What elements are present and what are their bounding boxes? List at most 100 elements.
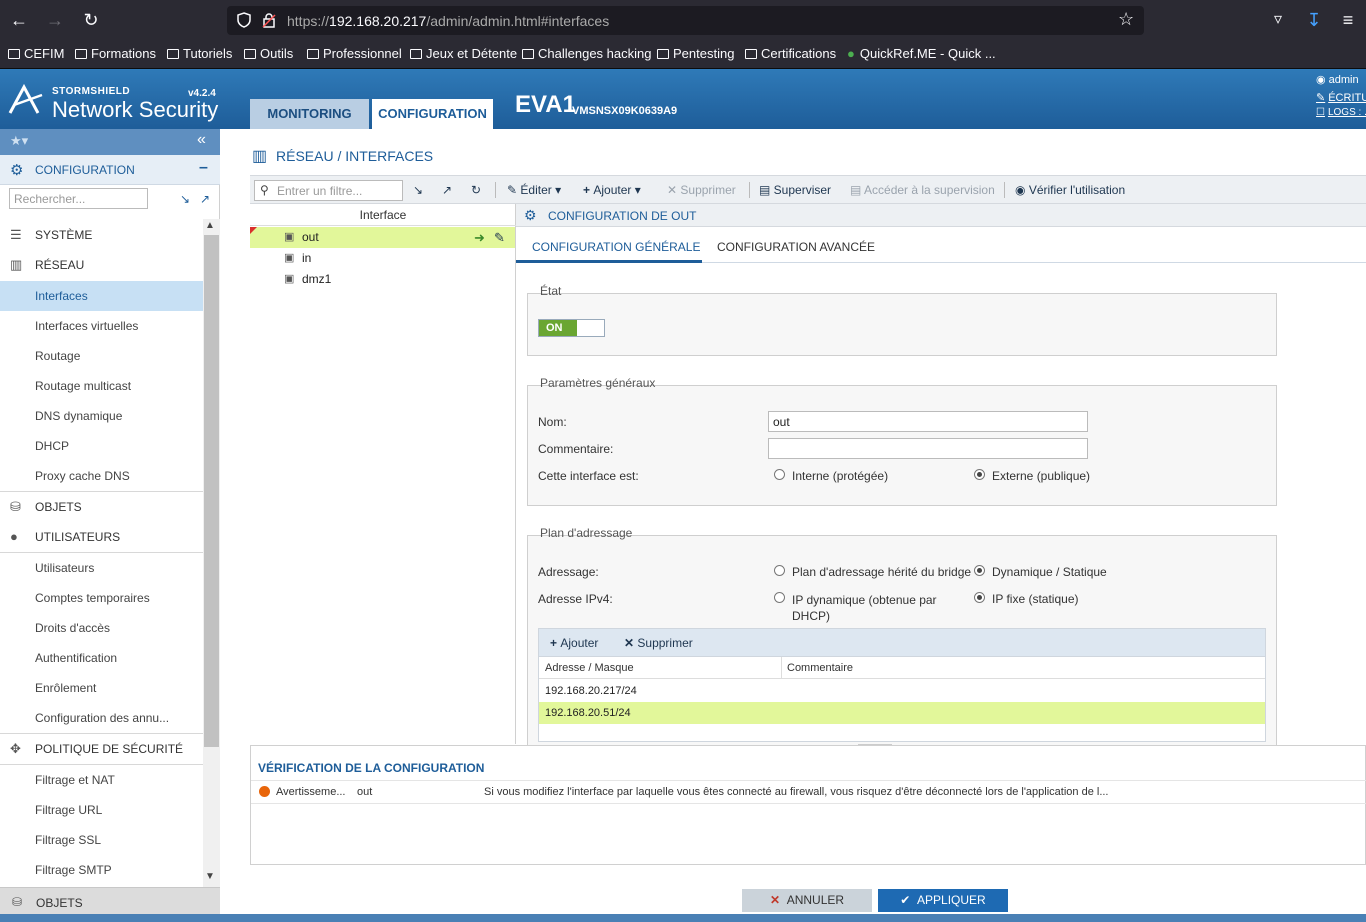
bookmark-outils[interactable]: Outils: [244, 46, 293, 61]
sidebar-item-filtrage-smtp[interactable]: Filtrage SMTP: [0, 855, 203, 885]
addressing-legend: Plan d'adressage: [540, 526, 633, 540]
ip-grid-toolbar: + Ajouter ✕ Supprimer: [539, 629, 1265, 656]
bookmark-professionnel[interactable]: Professionnel: [307, 46, 402, 61]
state-fieldset: [527, 293, 1277, 356]
column-divider: [781, 657, 782, 679]
add-button[interactable]: + Ajouter ▾: [583, 183, 641, 197]
star-bookmark-icon[interactable]: ☆: [1118, 9, 1134, 30]
back-icon[interactable]: ←: [7, 8, 31, 32]
sidebar-item-authentification[interactable]: Authentification: [0, 643, 203, 673]
expand-all-icon[interactable]: ↗: [200, 192, 210, 206]
cancel-button[interactable]: ✕ ANNULER: [742, 889, 872, 912]
ip-delete-button[interactable]: ✕ Supprimer: [624, 636, 693, 650]
write-mode-link[interactable]: ✎ ÉCRITU: [1316, 91, 1366, 104]
address-bar[interactable]: https://192.168.20.217/admin/admin.html#…: [227, 6, 1144, 35]
refresh-icon[interactable]: ↻: [471, 183, 481, 197]
access-supervision-button[interactable]: ▤ Accéder à la supervision: [850, 183, 995, 197]
expand-all-icon[interactable]: ↗: [442, 183, 452, 197]
ip-row-selected[interactable]: 192.168.20.51/24: [539, 702, 1265, 724]
enter-icon[interactable]: ➜: [474, 227, 485, 248]
radio-internal[interactable]: [774, 469, 785, 480]
bookmark-challenges[interactable]: Challenges hacking: [522, 46, 651, 61]
tab-monitoring[interactable]: MONITORING: [250, 99, 369, 129]
sidebar-item-routage[interactable]: Routage: [0, 341, 203, 371]
sidebar-item-utilisateurs-list[interactable]: Utilisateurs: [0, 553, 203, 583]
sidebar-item-interfaces[interactable]: Interfaces: [0, 281, 203, 311]
bookmark-quickref[interactable]: ● QuickRef.ME - Quick ...: [847, 46, 996, 61]
interface-row-out[interactable]: ▣ out ➜ ✎: [250, 227, 515, 248]
check-usage-button[interactable]: ◉ Vérifier l'utilisation: [1015, 183, 1125, 197]
sidebar-item-interfaces-virtuelles[interactable]: Interfaces virtuelles: [0, 311, 203, 341]
sidebar-item-proxy-cache-dns[interactable]: Proxy cache DNS: [0, 461, 203, 491]
ip-add-button[interactable]: + Ajouter: [550, 636, 598, 650]
forward-icon[interactable]: →: [43, 8, 67, 32]
gear-icon: ⚙: [10, 162, 24, 179]
supervise-button[interactable]: ▤ Superviser: [759, 183, 831, 197]
sidebar-scroll-thumb[interactable]: [204, 235, 219, 747]
sidebar-bottom-objets[interactable]: ⛁ OBJETS: [0, 887, 220, 917]
pocket-icon[interactable]: ▿: [1266, 8, 1290, 32]
tab-advanced-config[interactable]: CONFIGURATION AVANCÉE: [717, 240, 875, 254]
bookmark-certifications[interactable]: Certifications: [745, 46, 836, 61]
tab-configuration[interactable]: CONFIGURATION: [372, 99, 493, 129]
logs-link[interactable]: ☐LOGS : ...: [1316, 107, 1366, 118]
download-icon[interactable]: ↧: [1302, 8, 1326, 32]
sidebar-item-dhcp[interactable]: DHCP: [0, 431, 203, 461]
sidebar-item-reseau[interactable]: ▥ RÉSEAU: [0, 250, 203, 280]
radio-dynamic-static[interactable]: [974, 565, 985, 576]
verification-row[interactable]: Avertisseme... out Si vous modifiez l'in…: [251, 780, 1366, 804]
radio-external[interactable]: [974, 469, 985, 480]
sidebar-item-comptes-temporaires[interactable]: Comptes temporaires: [0, 583, 203, 613]
sidebar-item-config-annuaire[interactable]: Configuration des annu...: [0, 703, 203, 733]
bookmark-formations[interactable]: Formations: [75, 46, 156, 61]
sidebar-item-filtrage-ssl[interactable]: Filtrage SSL: [0, 825, 203, 855]
interface-column-header[interactable]: Interface: [250, 204, 516, 226]
interface-row-dmz1[interactable]: ▣ dmz1: [250, 269, 515, 290]
sidebar-item-dns-dynamique[interactable]: DNS dynamique: [0, 401, 203, 431]
radio-ip-static[interactable]: [974, 592, 985, 603]
tab-general-config[interactable]: CONFIGURATION GÉNÉRALE: [532, 240, 700, 254]
radio-ip-static-label: IP fixe (statique): [992, 592, 1079, 606]
folder-icon: [657, 49, 669, 59]
pencil-icon[interactable]: ✎: [494, 227, 505, 248]
sidebar-item-filtrage-nat[interactable]: Filtrage et NAT: [0, 765, 203, 795]
edit-button[interactable]: ✎ Éditer ▾: [507, 183, 561, 197]
comment-input[interactable]: [768, 438, 1088, 459]
interface-row-in[interactable]: ▣ in: [250, 248, 515, 269]
sidebar-item-routage-multicast[interactable]: Routage multicast: [0, 371, 203, 401]
scroll-down-icon[interactable]: ▼: [205, 871, 215, 882]
sidebar-item-enrolement[interactable]: Enrôlement: [0, 673, 203, 703]
sidebar-item-objets[interactable]: ⛁ OBJETS: [0, 492, 203, 522]
apply-button[interactable]: ✔ APPLIQUER: [878, 889, 1008, 912]
lock-warning-icon[interactable]: [261, 12, 277, 28]
menu-icon[interactable]: ≡: [1336, 8, 1360, 32]
col-address-mask[interactable]: Adresse / Masque: [545, 662, 634, 674]
sidebar-search-input[interactable]: Rechercher...: [9, 188, 148, 209]
bookmark-jeux[interactable]: Jeux et Détente: [410, 46, 517, 61]
bookmark-cefim[interactable]: CEFIM: [8, 46, 64, 61]
sidebar-section-configuration[interactable]: ⚙ CONFIGURATION –: [0, 155, 220, 185]
radio-ip-dhcp[interactable]: [774, 592, 785, 603]
col-comment[interactable]: Commentaire: [787, 662, 853, 674]
sidebar-item-systeme[interactable]: ☰ SYSTÈME: [0, 220, 203, 250]
scroll-up-icon[interactable]: ▲: [205, 220, 215, 231]
collapse-all-icon[interactable]: ↘: [413, 183, 423, 197]
delete-button[interactable]: ✕ Supprimer: [667, 183, 736, 197]
sidebar-item-politique-securite[interactable]: ✥ POLITIQUE DE SÉCURITÉ: [0, 734, 203, 764]
collapse-all-icon[interactable]: ↘: [180, 192, 190, 206]
sidebar-item-droits-acces[interactable]: Droits d'accès: [0, 613, 203, 643]
collapse-icon[interactable]: –: [199, 159, 208, 177]
bookmark-pentesting[interactable]: Pentesting: [657, 46, 734, 61]
radio-bridge-addressing[interactable]: [774, 565, 785, 576]
favorites-star-icon[interactable]: ★▾: [10, 133, 28, 149]
filter-input[interactable]: ⚲ Entrer un filtre...: [254, 180, 403, 201]
name-input[interactable]: out: [768, 411, 1088, 432]
sidebar-item-filtrage-url[interactable]: Filtrage URL: [0, 795, 203, 825]
ip-row[interactable]: 192.168.20.217/24: [539, 680, 1265, 702]
user-menu[interactable]: ◉ admin: [1316, 73, 1359, 86]
sidebar-item-utilisateurs[interactable]: ● UTILISATEURS: [0, 522, 203, 552]
state-toggle[interactable]: ON: [538, 319, 605, 337]
reload-icon[interactable]: ↻: [79, 8, 103, 32]
bookmark-tutoriels[interactable]: Tutoriels: [167, 46, 232, 61]
collapse-sidebar-icon[interactable]: «: [197, 131, 206, 149]
